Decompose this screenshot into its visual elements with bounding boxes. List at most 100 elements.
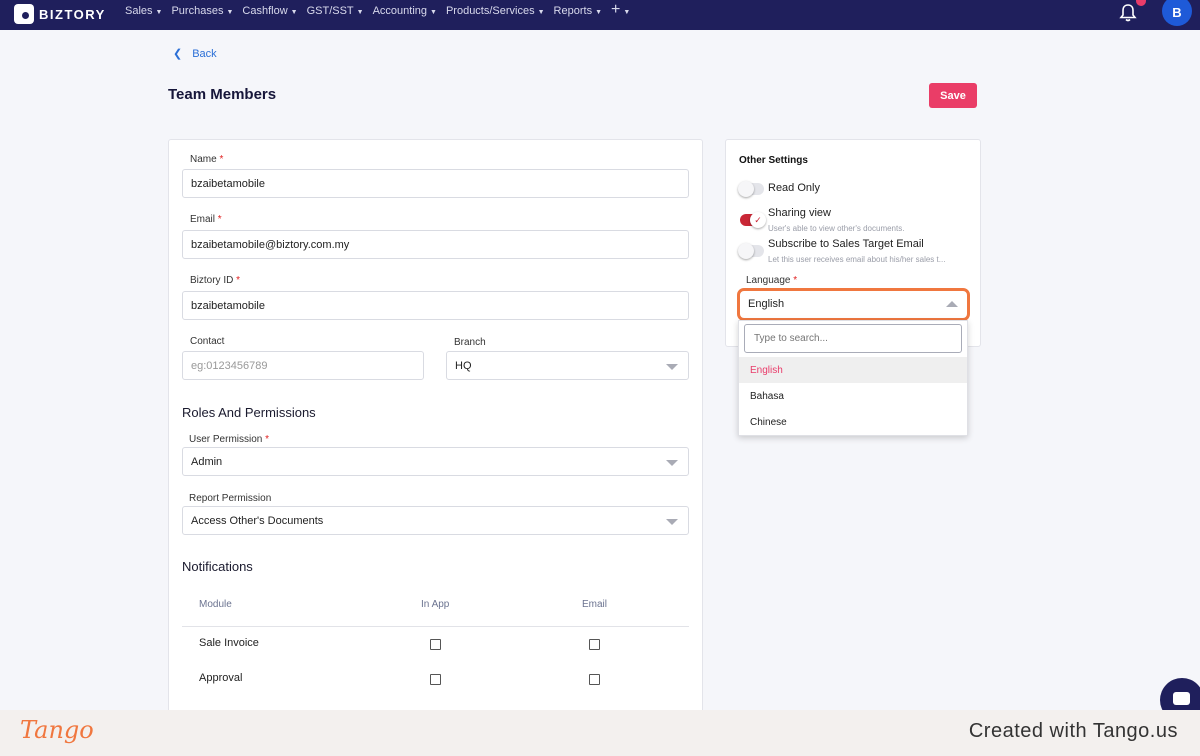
sharing-view-label: Sharing view (768, 207, 831, 219)
required-mark: * (265, 434, 270, 445)
save-button[interactable]: Save (929, 83, 977, 108)
language-option-bahasa[interactable]: Bahasa (739, 383, 967, 409)
report-permission-select[interactable]: Access Other's Documents (182, 506, 689, 535)
biztory-logo-icon (14, 4, 34, 24)
logo-text: BIZTORY (39, 6, 106, 22)
top-navbar: BIZTORY Sales ▼ Purchases ▼ Cashflow ▼ GST/… (0, 0, 1200, 30)
read-only-toggle[interactable] (738, 181, 764, 197)
biztory-id-label-text: Biztory ID (190, 275, 234, 286)
language-option-chinese[interactable]: Chinese (739, 409, 967, 435)
caret-down-icon (666, 364, 678, 370)
nav-reports-label: Reports (553, 4, 593, 17)
notif-col-module: Module (199, 599, 232, 610)
notifications-section-title: Notifications (182, 559, 253, 574)
notification-badge (1136, 0, 1146, 6)
nav-cashflow-label: Cashflow (242, 4, 288, 17)
caret-down-icon (666, 460, 678, 466)
tango-logo: Tango (20, 716, 94, 744)
report-permission-value: Access Other's Documents (191, 514, 324, 527)
required-mark: * (217, 214, 222, 225)
created-with-text: Created with Tango.us (968, 720, 1178, 742)
chevron-down-icon: ▼ (623, 9, 631, 16)
email-label-text: Email (190, 214, 216, 225)
bell-icon[interactable] (1118, 3, 1138, 23)
user-permission-value: Admin (191, 455, 223, 468)
divider (182, 626, 689, 627)
notif-col-email: Email (582, 599, 608, 610)
subscribe-label: Subscribe to Sales Target Email (768, 238, 924, 250)
chevron-left-icon: ❮ (173, 48, 183, 60)
nav-cashflow[interactable]: Cashflow ▼ (242, 5, 297, 17)
nav-gst-sst-label: GST/SST (306, 4, 354, 17)
email-field-label: Email * (190, 214, 222, 225)
sharing-view-hint: User's able to view other's documents. (768, 224, 905, 233)
user-permission-field-label: User Permission * (189, 434, 269, 445)
check-icon: ✓ (750, 212, 766, 228)
language-value: English (748, 298, 785, 310)
name-field-label: Name * (190, 154, 223, 165)
read-only-label: Read Only (768, 182, 820, 194)
language-field-label: Language * (746, 275, 797, 286)
contact-label: Contact (190, 336, 225, 347)
nav-quick-add[interactable]: + ▼ (611, 1, 631, 18)
nav-sales-label: Sales (125, 4, 153, 17)
language-option-english[interactable]: English (739, 357, 967, 383)
main-menu: Sales ▼ Purchases ▼ Cashflow ▼ GST/SST ▼ Acc… (125, 1, 639, 18)
chat-icon (1173, 692, 1190, 705)
plus-icon: + (611, 1, 621, 18)
biztory-id-input[interactable]: bzaibetamobile (182, 291, 689, 320)
notif-row-label: Sale Invoice (199, 637, 259, 649)
avatar[interactable]: B (1162, 0, 1192, 26)
report-permission-label: Report Permission (189, 493, 272, 504)
chevron-down-icon: ▼ (290, 8, 298, 16)
nav-reports[interactable]: Reports ▼ (554, 5, 602, 17)
nav-accounting-label: Accounting (372, 4, 428, 17)
sharing-view-toggle[interactable]: ✓ (740, 212, 766, 228)
chevron-down-icon: ▼ (356, 8, 364, 16)
back-link[interactable]: ❮ Back (173, 47, 217, 61)
notif-row-label: Approval (199, 672, 243, 684)
required-mark: * (219, 154, 224, 165)
toggle-knob (738, 181, 754, 197)
page-title: Team Members (168, 86, 277, 103)
nav-products-services-label: Products/Services (445, 4, 535, 17)
biztory-logo[interactable]: BIZTORY (14, 4, 106, 24)
toggle-knob (738, 243, 754, 259)
caret-down-icon (666, 519, 678, 525)
branch-select[interactable]: HQ (446, 351, 689, 380)
caret-up-icon (946, 301, 958, 307)
chevron-down-icon: ▼ (155, 8, 163, 16)
chevron-down-icon: ▼ (595, 8, 603, 16)
email-checkbox[interactable] (589, 674, 600, 685)
in-app-checkbox[interactable] (430, 674, 441, 685)
chevron-down-icon: ▼ (226, 8, 234, 16)
chevron-down-icon: ▼ (537, 8, 545, 16)
branch-label: Branch (454, 337, 486, 348)
email-input[interactable]: bzaibetamobile@biztory.com.my (182, 230, 689, 259)
contact-input[interactable]: eg:0123456789 (182, 351, 424, 380)
nav-gst-sst[interactable]: GST/SST ▼ (307, 5, 364, 17)
back-label: Back (192, 47, 217, 60)
user-permission-select[interactable]: Admin (182, 447, 689, 476)
language-search-input[interactable] (744, 324, 962, 353)
name-input[interactable]: bzaibetamobile (182, 169, 689, 198)
required-mark: * (236, 275, 241, 286)
nav-purchases[interactable]: Purchases ▼ (171, 5, 233, 17)
required-mark: * (793, 275, 798, 286)
subscribe-hint: Let this user receives email about his/h… (768, 255, 946, 264)
in-app-checkbox[interactable] (430, 639, 441, 650)
notif-col-in-app: In App (421, 599, 450, 610)
nav-products-services[interactable]: Products/Services ▼ (446, 5, 545, 17)
nav-sales[interactable]: Sales ▼ (125, 5, 162, 17)
chevron-down-icon: ▼ (430, 8, 437, 16)
biztory-id-field-label: Biztory ID * (190, 275, 240, 286)
branch-value: HQ (455, 359, 472, 372)
roles-section-title: Roles And Permissions (182, 405, 316, 420)
nav-accounting[interactable]: Accounting ▼ (373, 5, 437, 17)
language-label-text: Language (746, 275, 791, 286)
subscribe-toggle[interactable] (738, 243, 764, 259)
user-permission-label-text: User Permission (189, 434, 263, 445)
other-settings-title: Other Settings (739, 155, 808, 166)
email-checkbox[interactable] (589, 639, 600, 650)
name-label-text: Name (190, 154, 217, 165)
